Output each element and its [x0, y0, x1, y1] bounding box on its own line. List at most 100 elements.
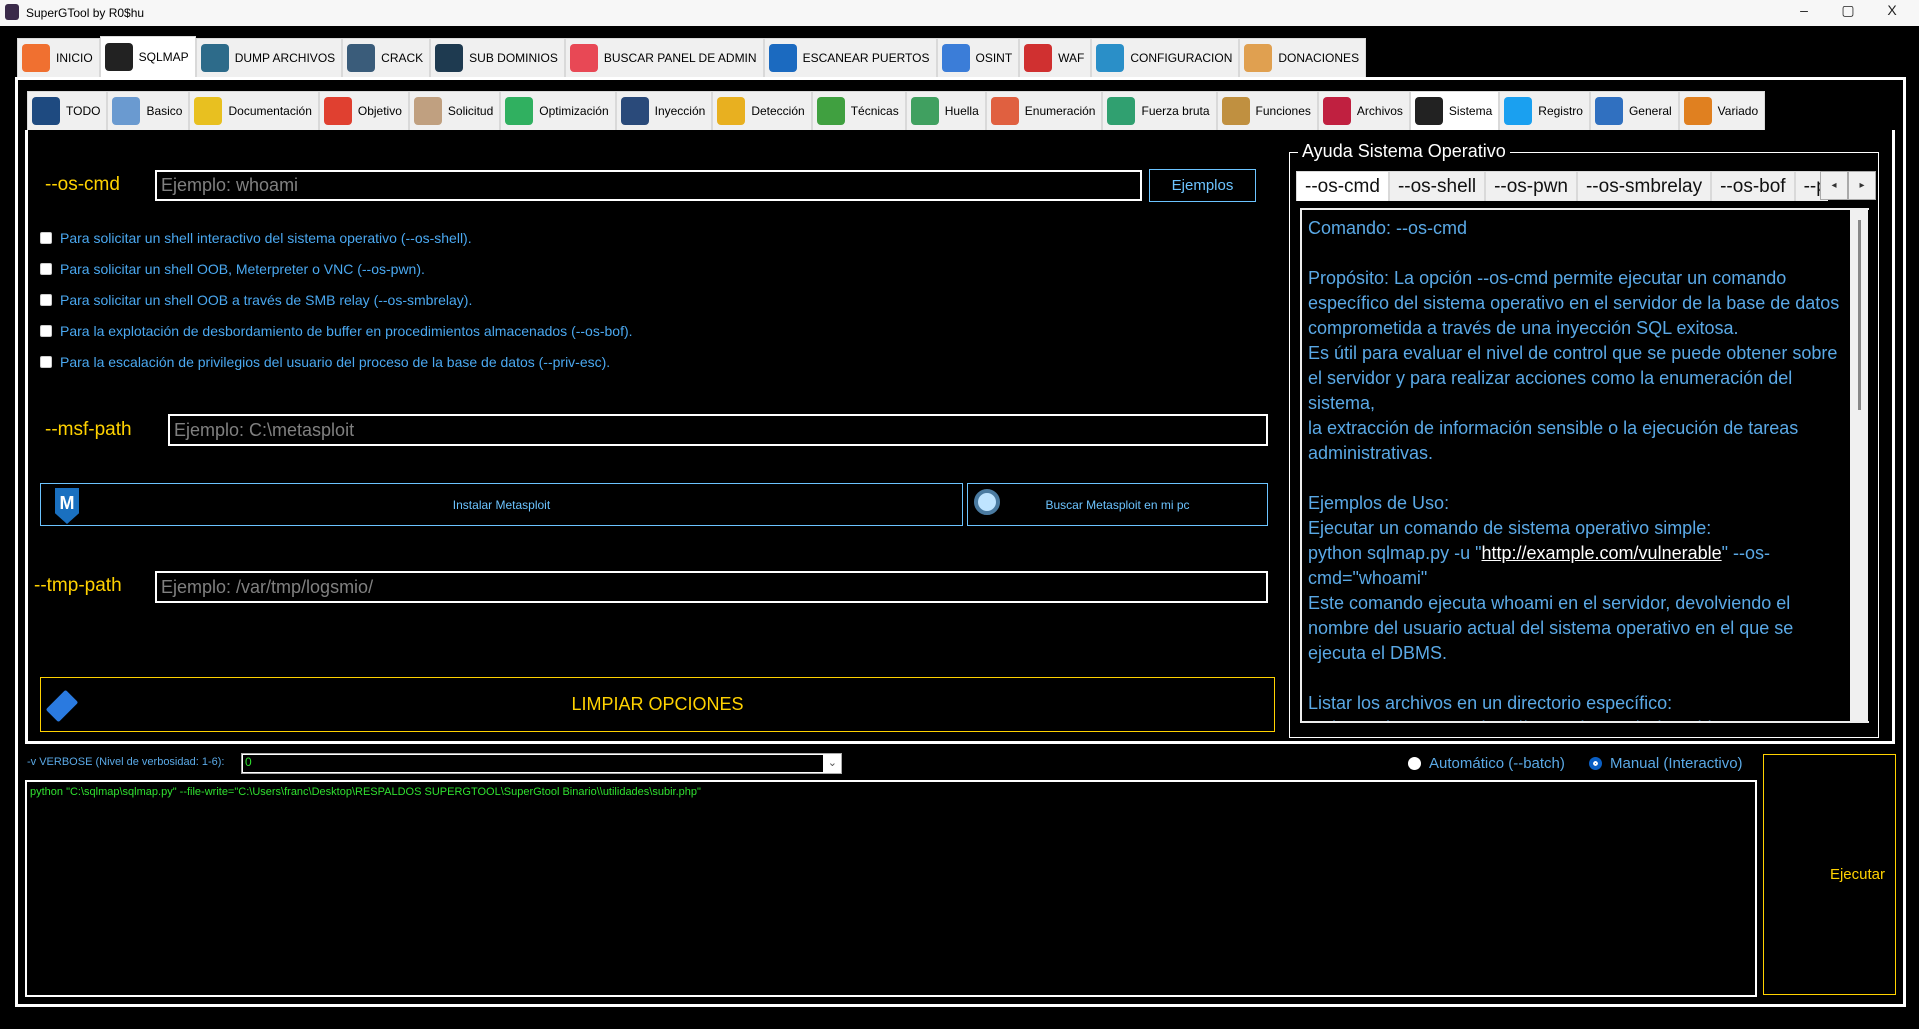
subtab-documentación[interactable]: Documentación — [189, 91, 319, 130]
radio-batch-dot[interactable] — [1408, 757, 1421, 770]
subtab-detección[interactable]: Detección — [712, 91, 812, 130]
minimize-button[interactable]: – — [1784, 2, 1824, 18]
verbose-label: -v VERBOSE (Nivel de verbosidad: 1-6): — [27, 756, 225, 768]
tab-label: Funciones — [1255, 104, 1311, 118]
tab-label: Detección — [751, 104, 805, 118]
install-metasploit-button[interactable]: M Instalar Metasploit — [40, 483, 963, 526]
help-tab-os-pwn[interactable]: --os-pwn — [1485, 171, 1577, 201]
tab-scroll-left-button[interactable]: ◂ — [1820, 171, 1848, 200]
checkbox-box[interactable] — [40, 263, 52, 275]
window-title: SuperGTool by R0$hu — [26, 6, 145, 20]
tmp-path-input[interactable] — [155, 571, 1268, 603]
help-scrollbar[interactable] — [1850, 210, 1868, 721]
help-tab-os-smbrelay[interactable]: --os-smbrelay — [1576, 171, 1712, 201]
subtab-variado[interactable]: Variado — [1678, 91, 1766, 130]
option-checkbox[interactable]: Para solicitar un shell OOB a través de … — [40, 292, 472, 308]
help-tab-os-bof[interactable]: --os-bof — [1711, 171, 1795, 201]
os-cmd-label: --os-cmd — [45, 174, 120, 195]
tab-buscar-panel-de-admin[interactable]: BUSCAR PANEL DE ADMIN — [564, 38, 764, 77]
tab-label: Técnicas — [850, 104, 899, 118]
tab-crack[interactable]: CRACK — [342, 38, 431, 77]
checkbox-box[interactable] — [40, 325, 52, 337]
database-download-icon — [200, 44, 229, 72]
radio-batch[interactable]: Automático (--batch) — [1408, 755, 1565, 772]
subtab-basico[interactable]: Basico — [107, 91, 190, 130]
tab-label: SQLMAP — [138, 50, 189, 64]
osint-lock-icon — [941, 44, 970, 72]
command-output[interactable]: python "C:\sqlmap\sqlmap.py" --file-writ… — [25, 780, 1757, 997]
subtab-solicitud[interactable]: Solicitud — [408, 91, 501, 130]
subtab-sistema[interactable]: Sistema — [1409, 91, 1500, 130]
tab-osint[interactable]: OSINT — [936, 38, 1020, 77]
app-logo-icon — [5, 4, 19, 20]
subtab-enumeración[interactable]: Enumeración — [985, 91, 1103, 130]
terminal-icon — [104, 43, 133, 71]
close-button[interactable]: X — [1872, 2, 1912, 18]
subtab-inyección[interactable]: Inyección — [615, 91, 713, 130]
subtab-general[interactable]: General — [1589, 91, 1679, 130]
tab-label: General — [1628, 104, 1672, 118]
option-checkbox[interactable]: Para la escalación de privilegios del us… — [40, 354, 610, 370]
radio-batch-label: Automático (--batch) — [1429, 755, 1565, 772]
tab-label: OSINT — [975, 51, 1013, 65]
tab-label: CONFIGURACION — [1130, 51, 1233, 65]
option-checkbox[interactable]: Para solicitar un shell OOB, Meterpreter… — [40, 261, 425, 277]
checkbox-box[interactable] — [40, 356, 52, 368]
maximize-button[interactable]: ▢ — [1828, 2, 1868, 19]
tab-label: Enumeración — [1024, 104, 1096, 118]
scrollbar-thumb[interactable] — [1857, 220, 1861, 410]
metasploit-icon: M — [55, 488, 79, 524]
tab-label: Registro — [1538, 104, 1583, 118]
checkbox-box[interactable] — [40, 232, 52, 244]
example-link[interactable]: http://example.com/vulnerable — [1481, 543, 1721, 563]
subtab-huella[interactable]: Huella — [905, 91, 986, 130]
windows-icon — [1504, 97, 1533, 125]
os-cmd-input[interactable] — [155, 170, 1142, 201]
execute-button[interactable]: Ejecutar — [1763, 754, 1896, 995]
tab-label: Fuerza bruta — [1141, 104, 1210, 118]
toolbox-icon — [1683, 97, 1712, 125]
tab-dump-archivos[interactable]: DUMP ARCHIVOS — [195, 38, 343, 77]
option-checkbox[interactable]: Para la explotación de desbordamiento de… — [40, 323, 633, 339]
tab-label: Objetivo — [357, 104, 402, 118]
tab-inicio[interactable]: INICIO — [17, 38, 100, 77]
help-tab-os-cmd[interactable]: --os-cmd — [1296, 171, 1389, 201]
help-text-part: Comando: --os-cmd Propósito: La opción -… — [1308, 218, 1840, 563]
tab-scroll-right-button[interactable]: ▸ — [1848, 171, 1876, 200]
checkbox-box[interactable] — [40, 294, 52, 306]
subtab-archivos[interactable]: Archivos — [1317, 91, 1410, 130]
subtab-objetivo[interactable]: Objetivo — [318, 91, 409, 130]
tab-sqlmap[interactable]: SQLMAP — [99, 36, 196, 77]
donate-box-icon — [1244, 44, 1273, 72]
tab-label: CRACK — [381, 51, 424, 65]
subtab-optimización[interactable]: Optimización — [500, 91, 616, 130]
subtab-registro[interactable]: Registro — [1499, 91, 1590, 130]
examples-button[interactable]: Ejemplos — [1149, 169, 1256, 202]
tab-waf[interactable]: WAF — [1019, 38, 1092, 77]
tab-label: DUMP ARCHIVOS — [234, 51, 336, 65]
tab-escanear-puertos[interactable]: ESCANEAR PUERTOS — [763, 38, 937, 77]
help-tab-os-shell[interactable]: --os-shell — [1388, 171, 1486, 201]
option-checkbox[interactable]: Para solicitar un shell interactivo del … — [40, 230, 472, 246]
find-metasploit-button[interactable]: Buscar Metasploit en mi pc — [967, 483, 1268, 526]
radio-manual[interactable]: Manual (Interactivo) — [1589, 755, 1743, 772]
subtab-todo[interactable]: TODO — [27, 91, 108, 130]
msf-path-input[interactable] — [168, 414, 1268, 446]
clear-options-button[interactable]: LIMPIAR OPCIONES — [40, 677, 1275, 732]
eraser-icon — [45, 689, 79, 723]
subtab-funciones[interactable]: Funciones — [1216, 91, 1318, 130]
tab-label: DONACIONES — [1278, 51, 1360, 65]
tab-sub-dominios[interactable]: SUB DOMINIOS — [430, 38, 565, 77]
radio-manual-dot[interactable] — [1589, 757, 1602, 770]
subtab-fuerza-bruta[interactable]: Fuerza bruta — [1102, 91, 1217, 130]
database-inject-icon — [620, 97, 649, 125]
hacker-icon — [32, 97, 60, 125]
warning-magnifier-icon — [717, 97, 746, 125]
request-icon — [413, 97, 442, 125]
subtab-técnicas[interactable]: Técnicas — [811, 91, 906, 130]
verbose-select[interactable]: 0 ⌄ — [241, 753, 842, 774]
speedometer-icon — [505, 97, 534, 125]
tab-configuracion[interactable]: CONFIGURACION — [1091, 38, 1240, 77]
tab-donaciones[interactable]: DONACIONES — [1239, 38, 1367, 77]
sqlmap-tab-bar: TODO Basico Documentación Objetivo Solicitud… — [27, 91, 1766, 130]
